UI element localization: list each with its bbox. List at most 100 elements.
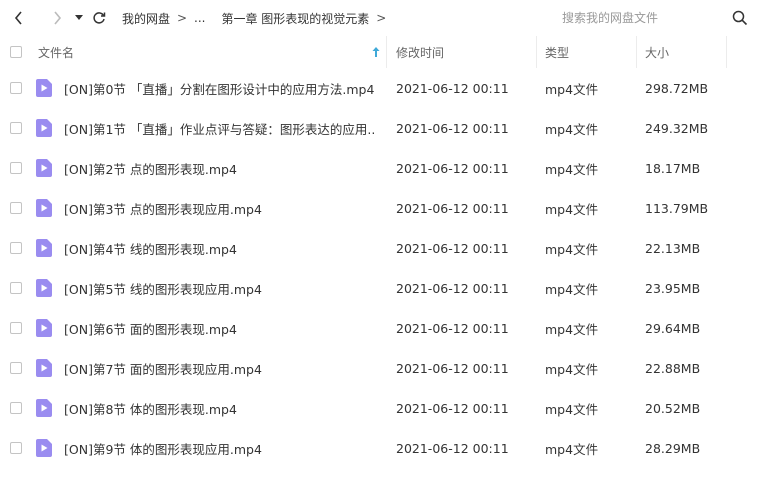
file-size: 28.29MB [645, 440, 701, 456]
video-file-icon [36, 159, 52, 180]
file-row[interactable]: [ON]第0节 「直播」分割在图形设计中的应用方法.mp4 2021-06-12 … [0, 68, 767, 108]
file-size: 22.13MB [645, 240, 701, 256]
file-name[interactable]: [ON]第4节 线的图形表现.mp4 [64, 239, 376, 258]
file-name[interactable]: [ON]第8节 体的图形表现.mp4 [64, 399, 376, 418]
file-size: 29.64MB [645, 320, 701, 336]
file-name[interactable]: [ON]第9节 体的图形表现应用.mp4 [64, 439, 376, 458]
video-file-icon [36, 439, 52, 460]
row-checkbox[interactable] [10, 402, 22, 414]
column-name-label: 文件名 [38, 45, 75, 60]
video-file-icon [36, 79, 52, 100]
file-modified-time: 2021-06-12 00:11 [396, 400, 509, 416]
file-row[interactable]: [ON]第6节 面的图形表现.mp4 2021-06-12 00:11 mp4文件 2… [0, 308, 767, 348]
refresh-icon[interactable] [88, 7, 110, 29]
row-checkbox[interactable] [10, 362, 22, 374]
file-name[interactable]: [ON]第0节 「直播」分割在图形设计中的应用方法.mp4 [64, 79, 376, 98]
file-name[interactable]: [ON]第2节 点的图形表现.mp4 [64, 159, 376, 178]
file-row[interactable]: [ON]第7节 面的图形表现应用.mp4 2021-06-12 00:11 mp4文… [0, 348, 767, 388]
file-size: 113.79MB [645, 200, 709, 216]
file-row[interactable]: [ON]第5节 线的图形表现应用.mp4 2021-06-12 00:11 mp4文… [0, 268, 767, 308]
file-modified-time: 2021-06-12 00:11 [396, 120, 509, 136]
file-modified-time: 2021-06-12 00:11 [396, 440, 509, 456]
column-divider[interactable] [636, 36, 637, 68]
file-type: mp4文件 [545, 121, 599, 137]
file-row[interactable]: [ON]第9节 体的图形表现应用.mp4 2021-06-12 00:11 mp4文… [0, 428, 767, 468]
file-type: mp4文件 [545, 201, 599, 217]
row-checkbox[interactable] [10, 242, 22, 254]
search-box [548, 6, 758, 30]
column-size-label: 大小 [645, 45, 670, 60]
caret-down-icon[interactable] [72, 7, 86, 29]
column-header-name[interactable]: 文件名 [38, 36, 386, 68]
column-divider[interactable] [536, 36, 537, 68]
file-type: mp4文件 [545, 81, 599, 97]
file-row[interactable]: [ON]第8节 体的图形表现.mp4 2021-06-12 00:11 mp4文件 2… [0, 388, 767, 428]
column-header-type[interactable]: 类型 [545, 36, 569, 68]
file-type: mp4文件 [545, 401, 599, 417]
file-row[interactable]: [ON]第4节 线的图形表现.mp4 2021-06-12 00:11 mp4文件 2… [0, 228, 767, 268]
chevron-right-icon[interactable] [46, 7, 68, 29]
file-name[interactable]: [ON]第6节 面的图形表现.mp4 [64, 319, 376, 338]
file-name[interactable]: [ON]第5节 线的图形表现应用.mp4 [64, 279, 376, 298]
file-size: 23.95MB [645, 280, 701, 296]
file-modified-time: 2021-06-12 00:11 [396, 160, 509, 176]
file-modified-time: 2021-06-12 00:11 [396, 240, 509, 256]
video-file-icon [36, 279, 52, 300]
file-list: [ON]第0节 「直播」分割在图形设计中的应用方法.mp4 2021-06-12 … [0, 68, 767, 468]
file-type: mp4文件 [545, 361, 599, 377]
sort-arrow-up-icon[interactable] [371, 46, 381, 61]
breadcrumb-current[interactable]: 第一章 图形表现的视觉元素 [221, 10, 369, 27]
row-checkbox[interactable] [10, 202, 22, 214]
column-header-size[interactable]: 大小 [645, 36, 669, 68]
row-checkbox[interactable] [10, 282, 22, 294]
row-checkbox[interactable] [10, 162, 22, 174]
file-modified-time: 2021-06-12 00:11 [396, 320, 509, 336]
breadcrumb-root[interactable]: 我的网盘 [122, 10, 170, 27]
file-name[interactable]: [ON]第7节 面的图形表现应用.mp4 [64, 359, 376, 378]
toolbar: 我的网盘 > ... 第一章 图形表现的视觉元素 > [0, 0, 767, 36]
file-modified-time: 2021-06-12 00:11 [396, 200, 509, 216]
search-icon[interactable] [732, 10, 748, 30]
column-divider[interactable] [386, 36, 387, 68]
file-row[interactable]: [ON]第2节 点的图形表现.mp4 2021-06-12 00:11 mp4文件 1… [0, 148, 767, 188]
column-type-label: 类型 [545, 45, 570, 60]
file-type: mp4文件 [545, 281, 599, 297]
search-input[interactable] [548, 11, 732, 25]
video-file-icon [36, 119, 52, 140]
file-type: mp4文件 [545, 241, 599, 257]
video-file-icon [36, 199, 52, 220]
column-date-label: 修改时间 [396, 45, 445, 60]
file-name[interactable]: [ON]第1节 「直播」作业点评与答疑：图形表达的应用.... [64, 119, 376, 138]
file-size: 18.17MB [645, 160, 701, 176]
breadcrumb-ellipsis[interactable]: ... [194, 11, 205, 25]
video-file-icon [36, 399, 52, 420]
file-type: mp4文件 [545, 161, 599, 177]
file-row[interactable]: [ON]第1节 「直播」作业点评与答疑：图形表达的应用.... 2021-06-1… [0, 108, 767, 148]
video-file-icon [36, 319, 52, 340]
row-checkbox[interactable] [10, 82, 22, 94]
file-modified-time: 2021-06-12 00:11 [396, 280, 509, 296]
file-size: 20.52MB [645, 400, 701, 416]
column-header-date[interactable]: 修改时间 [396, 36, 444, 68]
file-size: 298.72MB [645, 80, 709, 96]
file-type: mp4文件 [545, 441, 599, 457]
breadcrumb: 我的网盘 > ... 第一章 图形表现的视觉元素 > [122, 10, 393, 27]
row-checkbox[interactable] [10, 322, 22, 334]
file-row[interactable]: [ON]第3节 点的图形表现应用.mp4 2021-06-12 00:11 mp4文… [0, 188, 767, 228]
row-checkbox[interactable] [10, 122, 22, 134]
file-name[interactable]: [ON]第3节 点的图形表现应用.mp4 [64, 199, 376, 218]
file-modified-time: 2021-06-12 00:11 [396, 80, 509, 96]
file-size: 22.88MB [645, 360, 701, 376]
breadcrumb-separator[interactable]: > [369, 11, 393, 25]
video-file-icon [36, 359, 52, 380]
row-checkbox[interactable] [10, 442, 22, 454]
breadcrumb-separator: > [176, 11, 188, 25]
file-size: 249.32MB [645, 120, 709, 136]
select-all-checkbox[interactable] [10, 46, 22, 58]
file-type: mp4文件 [545, 321, 599, 337]
chevron-left-icon[interactable] [8, 7, 30, 29]
file-modified-time: 2021-06-12 00:11 [396, 360, 509, 376]
video-file-icon [36, 239, 52, 260]
column-header-row: 文件名 修改时间 类型 大小 [0, 36, 767, 68]
column-divider[interactable] [726, 36, 727, 68]
